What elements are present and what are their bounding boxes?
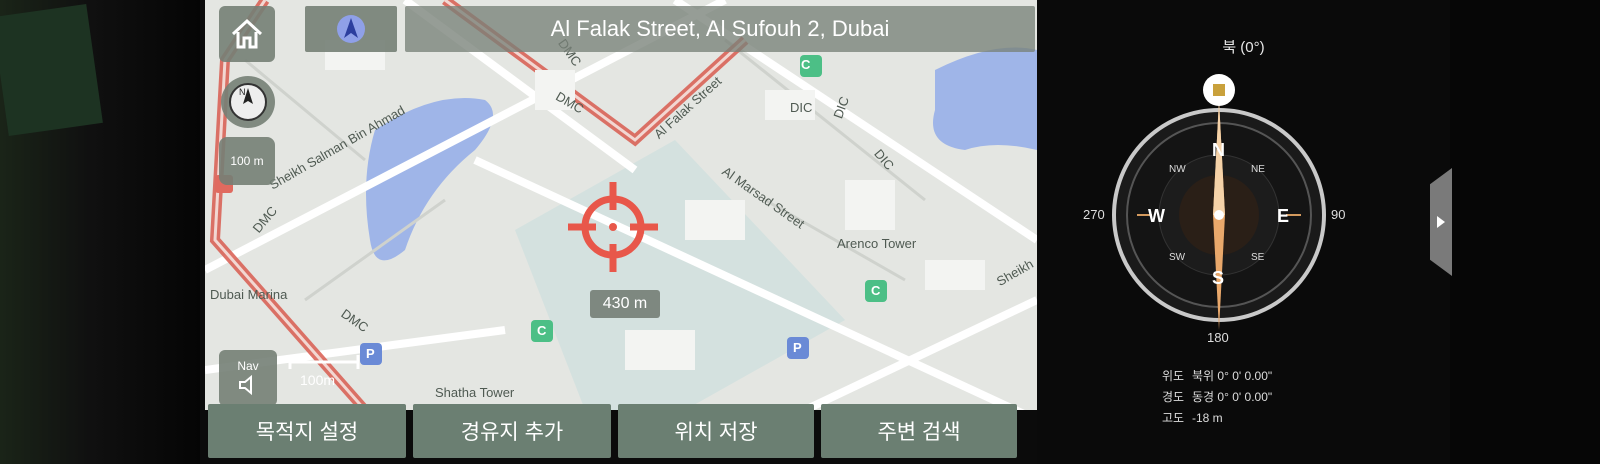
distance-badge: 430 m (590, 290, 660, 318)
compass-panel: 북 (0°) N S W E NW NE SW SE 270 90 180 위도… (1037, 0, 1450, 464)
poi-c-3[interactable]: C (537, 323, 546, 338)
degree-270: 270 (1083, 207, 1105, 222)
compass-nw: NW (1169, 164, 1186, 175)
background-sticker (0, 3, 103, 137)
compass-sw: SW (1169, 252, 1186, 263)
nav-volume-button[interactable]: Nav (219, 350, 277, 406)
compass-e: E (1277, 206, 1290, 226)
map-label-dic-1: DIC (790, 100, 813, 115)
coordinates-info: 위도 북위 0° 0' 0.00" 경도 동경 0° 0' 0.00" 고도 -18 … (1162, 366, 1272, 429)
navigation-arrow-icon (337, 15, 365, 43)
map-canvas (205, 0, 1037, 410)
side-panel-toggle[interactable] (1430, 168, 1452, 276)
nearby-search-button[interactable]: 주변 검색 (821, 404, 1017, 458)
scale-bar-label: 100m (300, 372, 336, 388)
device-bezel-right (1450, 0, 1600, 464)
set-destination-button[interactable]: 목적지 설정 (208, 404, 406, 458)
compass-north-icon: N (229, 83, 267, 121)
nav-label: Nav (237, 359, 259, 373)
compass-n: N (1212, 140, 1225, 160)
map-view[interactable]: C C C P P DMC DMC DMC DMC Al Falak Stree… (205, 0, 1037, 410)
altitude-label: 고도 (1162, 411, 1185, 425)
poi-c-1[interactable]: C (801, 57, 810, 72)
compass-ne: NE (1251, 164, 1265, 175)
map-label-shatha: Shatha Tower (435, 385, 515, 400)
north-up-button[interactable]: N (221, 76, 275, 128)
compass-s: S (1212, 268, 1225, 288)
save-location-button[interactable]: 위치 저장 (618, 404, 814, 458)
map-label-arenco: Arenco Tower (837, 236, 917, 251)
degree-90: 90 (1331, 207, 1346, 222)
poi-parking-1[interactable]: P (366, 346, 375, 361)
longitude-label: 경도 (1162, 390, 1185, 404)
compass-se: SE (1251, 252, 1265, 263)
latitude-label: 위도 (1162, 369, 1185, 383)
poi-parking-2[interactable]: P (793, 340, 802, 355)
speaker-icon (239, 374, 252, 396)
latitude-value: 북위 0° 0' 0.00" (1192, 369, 1273, 383)
heading-mode-button[interactable] (305, 6, 397, 52)
poi-c-2[interactable]: C (871, 283, 880, 298)
map-label-dubai-marina: Dubai Marina (210, 287, 288, 302)
scale-button[interactable]: 100 m (219, 137, 275, 185)
altitude-value: -18 m (1192, 411, 1223, 425)
home-button[interactable] (219, 6, 275, 62)
compass-w: W (1148, 206, 1165, 226)
add-waypoint-button[interactable]: 경유지 추가 (413, 404, 611, 458)
chevron-right-icon (1437, 216, 1445, 228)
home-icon (231, 18, 263, 49)
device-bezel-left (0, 0, 200, 464)
svg-text:N: N (239, 87, 246, 97)
degree-180: 180 (1207, 330, 1229, 345)
longitude-value: 동경 0° 0' 0.00" (1192, 390, 1273, 404)
address-bar[interactable]: Al Falak Street, Al Sufouh 2, Dubai (405, 6, 1035, 52)
